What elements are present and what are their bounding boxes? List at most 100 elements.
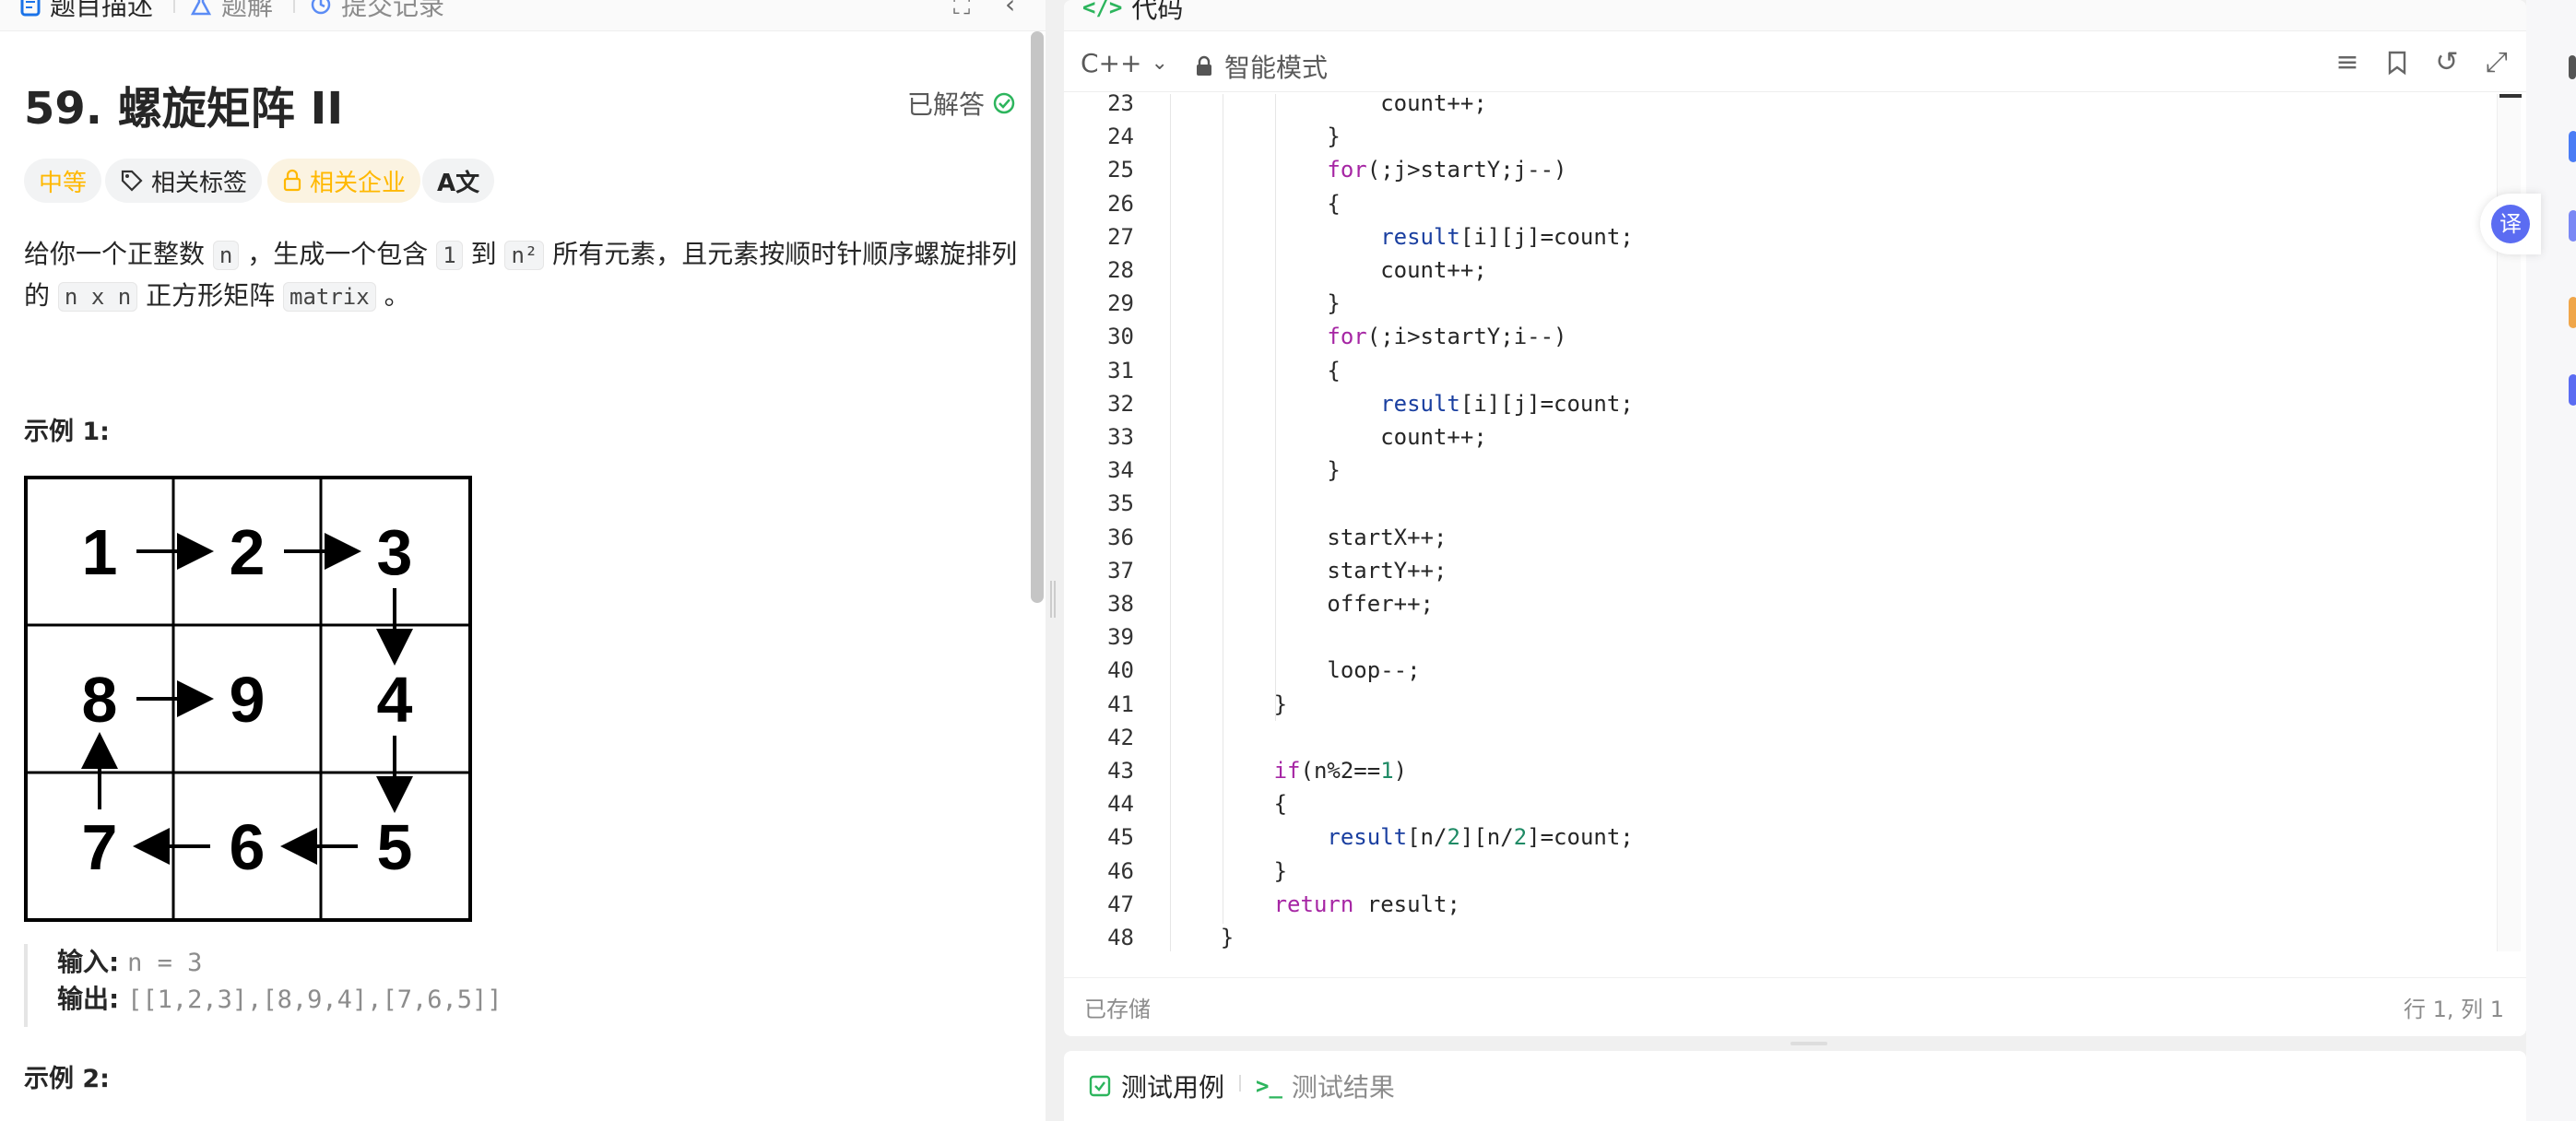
divider	[293, 0, 295, 13]
language-select[interactable]: C++ ⌄	[1081, 48, 1168, 78]
desc-text: 给你一个正整数	[24, 239, 206, 269]
problem-tabs: 题目描述 题解 提交记录 ⛶ ‹	[0, 0, 1046, 31]
example-1-heading: 示例 1:	[24, 418, 110, 446]
sidebar-icon[interactable]	[2569, 210, 2576, 242]
tab-test-cases-label: 测试用例	[1121, 1072, 1225, 1103]
desc-text: 到	[470, 239, 497, 269]
scroll-marker	[2499, 94, 2522, 98]
bookmark-icon[interactable]	[2381, 46, 2414, 79]
line-number: 29	[1107, 290, 1134, 317]
line-number: 38	[1107, 591, 1134, 617]
output-label: 输出:	[57, 984, 120, 1014]
line-number: 26	[1107, 190, 1134, 217]
inline-code: matrix	[283, 282, 376, 312]
related-companies-label: 相关企业	[310, 169, 407, 197]
line-number: 33	[1107, 424, 1134, 450]
line-number: 42	[1107, 724, 1134, 750]
translate-icon: 译	[2491, 205, 2530, 243]
input-label: 输入:	[57, 947, 120, 977]
related-tags-label: 相关标签	[151, 169, 248, 197]
tab-description[interactable]: 题目描述	[20, 0, 153, 21]
code-editor[interactable]: 23 count++; 24 } 25 for(;j>startY;j--) 26 {…	[1064, 94, 2502, 951]
output-line: 输出: [[1,2,3],[8,9,4],[7,6,5]]	[57, 981, 540, 1018]
code-line: for(;j>startY;j--)	[1327, 157, 1567, 183]
grid-number: 1	[82, 516, 118, 588]
format-icon[interactable]: ≡	[2331, 46, 2364, 79]
sidebar-icon[interactable]	[2569, 297, 2576, 328]
desc-text: 所有元素，且元素按顺时针顺序螺旋排列	[552, 239, 1018, 269]
divider	[1239, 1075, 1241, 1092]
grid-number: 6	[230, 811, 266, 883]
example-1-io: 输入: n = 3 输出: [[1,2,3],[8,9,4],[7,6,5]]	[24, 944, 540, 1027]
problem-scrollbar[interactable]	[1031, 31, 1044, 603]
line-number: 30	[1107, 324, 1134, 350]
solved-label: 已解答	[907, 89, 986, 120]
code-editor-panel: </> 代码 C++ ⌄ 智能模式 ≡ ↺ ⤢ 23 count++; 24 } 2…	[1064, 0, 2526, 1036]
code-line: }	[1167, 290, 1341, 317]
lock-icon	[1197, 55, 1211, 76]
code-line: }	[1167, 457, 1341, 484]
grid-number: 9	[230, 664, 266, 736]
line-number: 35	[1107, 490, 1134, 517]
expand-icon[interactable]: ⤢	[2480, 46, 2513, 79]
translate-float-button[interactable]: 译	[2480, 194, 2541, 254]
sidebar-icon[interactable]	[2569, 374, 2576, 406]
sidebar-icon[interactable]	[2569, 131, 2576, 162]
grid-number: 4	[377, 664, 413, 736]
code-line: }	[1167, 857, 1288, 884]
code-tab-label: 代码	[1131, 0, 1184, 24]
code-tab[interactable]: </> 代码	[1082, 0, 1183, 26]
code-line: count++;	[1167, 94, 1487, 116]
code-line: loop--;	[1167, 657, 1421, 684]
line-number: 27	[1107, 223, 1134, 250]
code-line: result[i][j]=count;	[1380, 390, 1634, 417]
translate-problem-button[interactable]: A文	[422, 159, 495, 203]
line-number: 24	[1107, 124, 1134, 150]
line-number: 23	[1107, 94, 1134, 116]
resize-handle[interactable]	[1790, 1042, 1827, 1045]
line-number: 32	[1107, 390, 1134, 417]
grid-number: 8	[82, 664, 118, 736]
line-number: 48	[1107, 925, 1134, 950]
tab-solutions-label: 题解	[221, 0, 274, 21]
mode-select[interactable]: 智能模式	[1195, 48, 1328, 85]
difficulty-label: 中等	[39, 169, 88, 197]
reset-icon[interactable]: ↺	[2430, 46, 2464, 79]
code-line: }	[1167, 925, 1235, 950]
line-number: 45	[1107, 824, 1134, 851]
checkbox-icon	[1089, 1075, 1111, 1097]
code-icon: </>	[1082, 0, 1123, 20]
tab-test-cases[interactable]: 测试用例	[1088, 1068, 1224, 1104]
code-line: for(;i>startY;i--)	[1327, 324, 1567, 350]
editor-toolbar: C++ ⌄ 智能模式 ≡ ↺ ⤢	[1064, 39, 2526, 92]
code-line: {	[1167, 791, 1288, 818]
line-number: 36	[1107, 524, 1134, 550]
code-line: startX++;	[1167, 524, 1448, 550]
desc-text: 的	[24, 280, 51, 311]
line-number: 37	[1107, 557, 1134, 584]
related-companies-button[interactable]: 相关企业	[267, 159, 421, 203]
sidebar-icon[interactable]	[2569, 55, 2576, 79]
tab-solutions[interactable]: 题解	[190, 0, 274, 21]
line-number: 39	[1107, 624, 1134, 651]
grid-number: 3	[377, 516, 413, 588]
tab-submissions[interactable]: 提交记录	[310, 0, 444, 21]
flask-icon	[190, 0, 212, 16]
desc-text: ，生成一个包含	[247, 239, 429, 269]
code-line: {	[1167, 357, 1341, 384]
solved-status: 已解答	[907, 85, 1016, 122]
mode-label: 智能模式	[1224, 53, 1329, 83]
collapse-icon[interactable]: ‹	[1005, 0, 1015, 19]
code-line: }	[1167, 124, 1341, 150]
spiral-matrix-image: 1 2 3 8 9 4 7 6 5	[24, 476, 472, 922]
tab-test-results[interactable]: >_ 测试结果	[1256, 1068, 1395, 1104]
fullscreen-icon[interactable]: ⛶	[953, 0, 970, 21]
saved-status: 已存储	[1084, 997, 1151, 1022]
panel-divider[interactable]	[1046, 0, 1064, 1121]
tag-icon	[121, 170, 143, 192]
language-label: C++	[1081, 48, 1142, 78]
resize-handle[interactable]	[1050, 581, 1056, 618]
problem-panel: 题目描述 题解 提交记录 ⛶ ‹ 59. 螺旋矩阵 II 已解答 中等 相关标签…	[0, 0, 1046, 1121]
related-tags-button[interactable]: 相关标签	[105, 159, 263, 203]
code-line: if(n%2==1)	[1273, 758, 1408, 784]
